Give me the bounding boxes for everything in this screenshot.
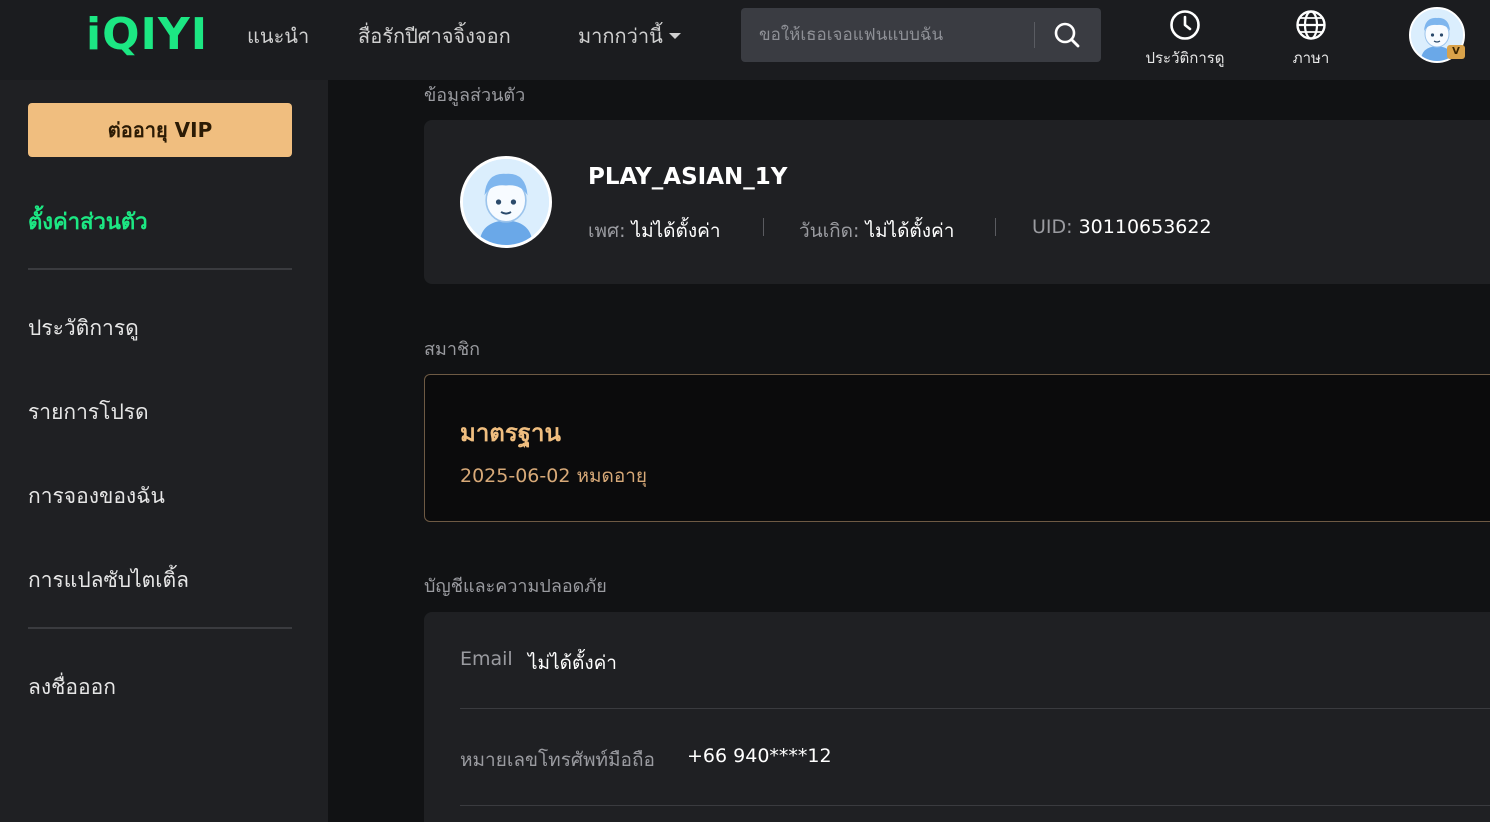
sidebar-item-watch-history[interactable]: ประวัติการดู [28,312,139,345]
account-card: Email ไม่ได้ตั้งค่า หมายเลขโทรศัพท์มือถื… [424,612,1490,822]
meta-divider [995,218,996,236]
search-button[interactable] [1045,15,1089,55]
nav-recommended[interactable]: แนะนำ [247,22,309,50]
gender-field[interactable]: เพศ: ไม่ได้ตั้งค่า [588,216,721,246]
top-navigation-bar: iQIYI แนะนำ สื่อรักปีศาจจิ้งจอก มากกว่าน… [0,0,1490,80]
membership-section-title: สมาชิก [424,339,481,360]
sidebar-divider [28,268,292,270]
search-input[interactable] [741,8,1033,62]
profile-section-title: ข้อมูลส่วนตัว [424,85,526,106]
sidebar-item-subtitle-translation[interactable]: การแปลซับไตเติ้ล [28,564,189,597]
renew-vip-button[interactable]: ต่ออายุ VIP [28,103,292,157]
main-content: ข้อมูลส่วนตัว PLAY_ASIAN_1Y เพศ: ไม่ได้ต… [328,80,1490,822]
gender-value: ไม่ได้ตั้งค่า [631,220,721,242]
uid-value: 30110653622 [1078,216,1212,238]
gender-label: เพศ: [588,220,626,242]
caret-down-icon [668,32,681,39]
nav-more-label: มากกว่านี้ [578,24,663,48]
profile-avatar[interactable] [460,156,552,248]
search-icon [1054,22,1080,48]
account-section-title: บัญชีและความปลอดภัย [424,576,607,597]
birthday-label: วันเกิด: [799,220,860,242]
nav-show-title[interactable]: สื่อรักปีศาจจิ้งจอก [358,22,511,50]
globe-icon [1296,10,1326,40]
uid-label: UID: [1032,216,1073,238]
profile-card: PLAY_ASIAN_1Y เพศ: ไม่ได้ตั้งค่า วันเกิด… [424,120,1490,284]
email-label: Email [460,648,513,670]
language-label: ภาษา [1292,49,1330,67]
phone-label: หมายเลขโทรศัพท์มือถือ [460,749,655,771]
watch-history-button[interactable]: ประวัติการดู [1130,8,1240,72]
language-button[interactable]: ภาษา [1256,8,1366,72]
membership-card[interactable]: มาตรฐาน 2025-06-02 หมดอายุ [424,374,1490,522]
logout-button[interactable]: ลงชื่อออก [28,671,116,704]
vip-badge: V [1447,45,1465,59]
expiry-suffix: หมดอายุ [576,465,648,487]
search-divider [1034,22,1035,48]
watch-history-label: ประวัติการดู [1145,49,1225,67]
logo-text: iQIYI [86,9,209,60]
expiry-date: 2025-06-02 [460,465,571,487]
row-divider [460,805,1490,806]
sidebar-divider [28,627,292,629]
birthday-field[interactable]: วันเกิด: ไม่ได้ตั้งค่า [799,216,954,246]
search-bar [741,8,1101,62]
meta-divider [763,218,764,236]
membership-expiry: 2025-06-02 หมดอายุ [460,461,647,491]
phone-value[interactable]: +66 940****12 [687,745,832,767]
sidebar: ต่ออายุ VIP ตั้งค่าส่วนตัว ประวัติการดู … [0,80,328,822]
nav-more-dropdown[interactable]: มากกว่านี้ [578,22,681,50]
email-value[interactable]: ไม่ได้ตั้งค่า [528,648,617,678]
birthday-value: ไม่ได้ตั้งค่า [865,220,955,242]
sidebar-item-favorites[interactable]: รายการโปรด [28,396,149,429]
uid-field: UID: 30110653622 [1032,216,1212,238]
iqiyi-logo[interactable]: iQIYI [86,12,208,58]
sidebar-item-my-reservations[interactable]: การจองของฉัน [28,480,165,513]
sidebar-item-personal-settings[interactable]: ตั้งค่าส่วนตัว [28,204,148,239]
clock-icon [1170,10,1200,40]
avatar-icon [463,159,549,245]
username: PLAY_ASIAN_1Y [588,164,788,190]
row-divider [460,708,1490,709]
membership-tier: มาตรฐาน [460,419,561,447]
